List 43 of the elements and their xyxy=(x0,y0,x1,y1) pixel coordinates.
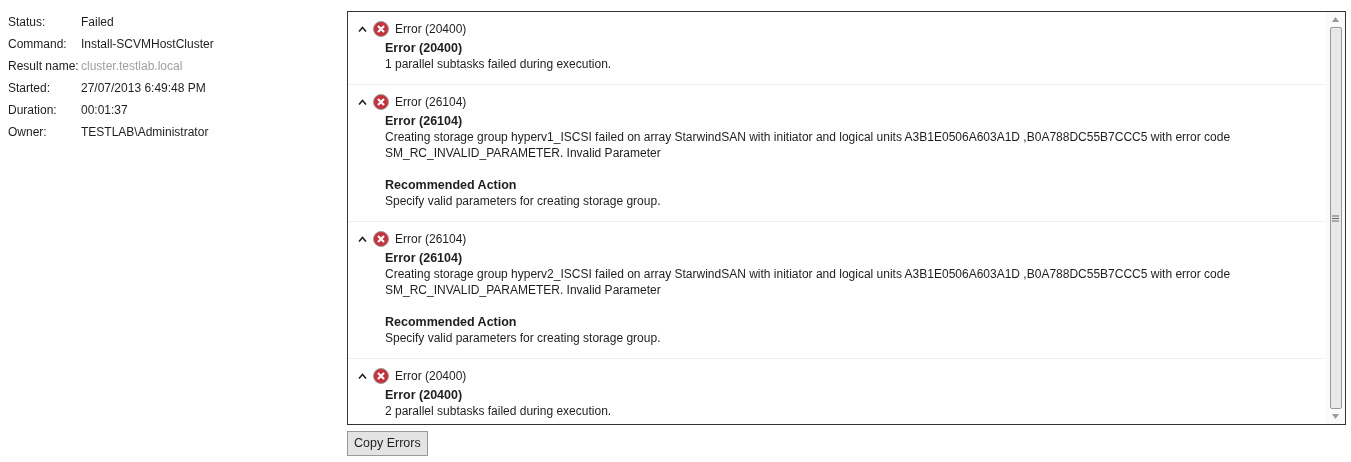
error-message: Creating storage group hyperv2_ISCSI failed on array StarwindSAN with initiator and logical units A3B1E0506A603A1D ,B0A788DC55B7CCC5 with error code xyxy=(385,266,1232,282)
error-message: Creating storage group hyperv1_ISCSI failed on array StarwindSAN with initiator and logical units A3B1E0506A603A1D ,B0A788DC55B7CCC5 with error code xyxy=(385,129,1232,145)
scrollbar[interactable] xyxy=(1326,12,1345,424)
chevron-up-icon[interactable] xyxy=(358,372,367,379)
error-title: Error (26104) xyxy=(395,230,467,248)
error-icon xyxy=(373,230,389,247)
field-label: Duration: xyxy=(8,102,58,119)
field-value: cluster.testlab.local xyxy=(81,58,183,75)
error-heading: Recommended Action xyxy=(385,314,518,330)
field-label: Result name: xyxy=(8,58,80,75)
error-message: SM_RC_INVALID_PARAMETER. Invalid Parameter xyxy=(385,282,662,298)
field-value: TESTLAB\Administrator xyxy=(81,124,209,141)
error-heading: Error (26104) xyxy=(385,113,464,129)
error-title: Error (20400) xyxy=(395,367,467,385)
error-message: Specify valid parameters for creating storage group. xyxy=(385,193,662,209)
field-value: 27/07/2013 6:49:48 PM xyxy=(81,80,206,97)
error-heading: Recommended Action xyxy=(385,177,518,193)
error-title: Error (20400) xyxy=(395,20,467,38)
field-label: Command: xyxy=(8,36,68,53)
error-heading: Error (20400) xyxy=(385,387,464,403)
error-heading: Error (20400) xyxy=(385,40,464,56)
error-message: 1 parallel subtasks failed during execution. xyxy=(385,56,613,72)
error-icon xyxy=(373,93,389,110)
error-message: SM_RC_INVALID_PARAMETER. Invalid Parameter xyxy=(385,145,662,161)
field-value: Failed xyxy=(81,14,114,31)
field-label: Started: xyxy=(8,80,52,97)
copy-errors-button[interactable]: Copy Errors xyxy=(347,431,428,456)
scroll-down-icon[interactable] xyxy=(1332,414,1339,419)
field-value: 00:01:37 xyxy=(81,102,128,119)
error-title: Error (26104) xyxy=(395,93,467,111)
error-icon xyxy=(373,367,389,384)
chevron-up-icon[interactable] xyxy=(358,98,367,105)
error-icon xyxy=(373,20,389,37)
chevron-up-icon[interactable] xyxy=(358,235,367,242)
chevron-up-icon[interactable] xyxy=(358,25,367,32)
field-label: Owner: xyxy=(8,124,48,141)
error-message: 2 parallel subtasks failed during execution. xyxy=(385,403,613,419)
error-heading: Error (26104) xyxy=(385,250,464,266)
scroll-up-icon[interactable] xyxy=(1332,17,1339,22)
error-message: Specify valid parameters for creating storage group. xyxy=(385,330,662,346)
field-value: Install-SCVMHostCluster xyxy=(81,36,214,53)
grip-icon xyxy=(1332,214,1339,222)
field-label: Status: xyxy=(8,14,47,31)
